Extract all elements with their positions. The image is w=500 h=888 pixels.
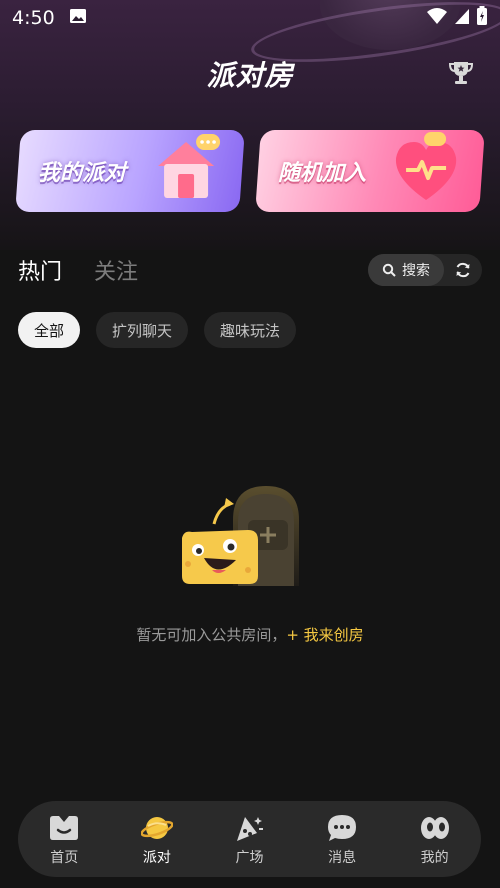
chip-all[interactable]: 全部	[18, 312, 81, 348]
nav-home[interactable]: 首页	[18, 801, 111, 877]
house-icon	[158, 134, 221, 198]
empty-message: 暂无可加入公共房间，+ 我来创房	[0, 624, 500, 645]
home-icon	[50, 816, 79, 840]
wifi-icon	[426, 7, 448, 29]
search-button[interactable]: 搜索	[368, 254, 444, 286]
bottom-nav: 首页 派对 广场 消息 我的	[18, 801, 481, 877]
planet-icon	[140, 817, 173, 839]
empty-message-text: 暂无可加入公共房间，	[136, 626, 287, 644]
header: 派对房	[0, 36, 500, 112]
nav-profile-label: 我的	[420, 850, 449, 866]
create-room-link[interactable]: + 我来创房	[286, 626, 363, 644]
battery-icon	[476, 6, 488, 30]
trophy-icon	[448, 62, 474, 84]
search-label: 搜索	[402, 263, 430, 279]
random-join-card[interactable]: 随机加入	[255, 130, 485, 212]
nav-party-label: 派对	[142, 850, 171, 866]
message-icon	[328, 815, 357, 841]
signal-icon	[454, 7, 470, 29]
status-bar: 4:50	[0, 0, 500, 36]
nav-party[interactable]: 派对	[111, 801, 204, 877]
nav-home-label: 首页	[50, 850, 79, 866]
plaza-icon	[237, 817, 264, 841]
search-group: 搜索	[368, 254, 482, 286]
refresh-button[interactable]	[444, 254, 482, 286]
nav-profile[interactable]: 我的	[388, 801, 481, 877]
my-party-label: 我的派对	[38, 161, 127, 186]
profile-icon	[420, 817, 449, 839]
nav-messages[interactable]: 消息	[296, 801, 389, 877]
heart-icon	[395, 132, 457, 200]
my-party-card[interactable]: 我的派对	[15, 130, 245, 212]
chip-chat[interactable]: 扩列聊天	[96, 312, 189, 348]
nav-messages-label: 消息	[328, 850, 357, 866]
status-time: 4:50	[12, 7, 55, 29]
search-icon	[382, 263, 396, 277]
trophy-button[interactable]	[446, 58, 476, 88]
empty-mascot-illustration	[182, 486, 299, 586]
random-join-label: 随机加入	[278, 161, 367, 186]
tab-following[interactable]: 关注	[94, 254, 138, 286]
nav-plaza[interactable]: 广场	[203, 801, 296, 877]
nav-plaza-label: 广场	[235, 850, 264, 866]
chip-fun[interactable]: 趣味玩法	[204, 312, 297, 348]
image-notification-icon	[69, 7, 87, 29]
tab-hot[interactable]: 热门	[18, 254, 62, 286]
page-title: 派对房	[206, 59, 294, 92]
refresh-icon	[456, 262, 470, 278]
